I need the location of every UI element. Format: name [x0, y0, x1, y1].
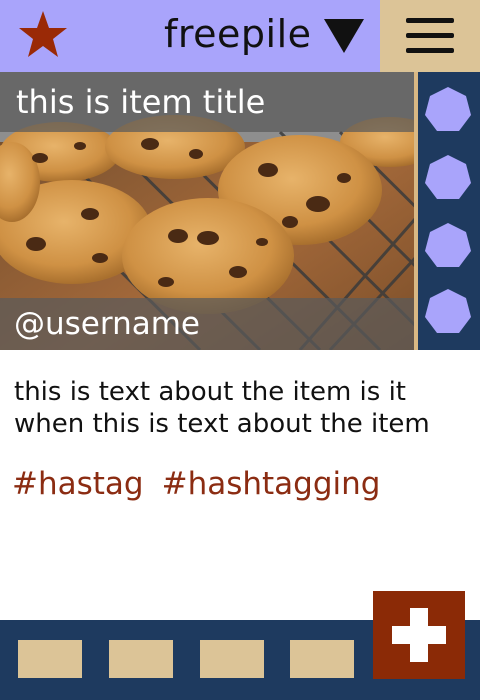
heptagon-icon: [425, 155, 471, 199]
item-title: this is item title: [16, 83, 266, 121]
add-item-button[interactable]: [373, 591, 465, 679]
app-title: freepile: [164, 12, 312, 56]
item-photo[interactable]: this is item title @username: [0, 72, 416, 350]
nav-tab-1[interactable]: [18, 640, 82, 678]
rail-button-3[interactable]: [424, 222, 472, 270]
plus-icon: [392, 608, 446, 662]
rail-button-1[interactable]: [424, 86, 472, 134]
nav-tab-4[interactable]: [290, 640, 354, 678]
app-header: freepile: [0, 0, 480, 72]
hashtag-link[interactable]: #hastag: [12, 466, 144, 502]
heptagon-icon: [425, 87, 471, 131]
rail-button-2[interactable]: [424, 154, 472, 202]
nav-tab-3[interactable]: [200, 640, 264, 678]
star-icon[interactable]: [17, 9, 69, 59]
item-description: this is text about the item is it when t…: [14, 377, 430, 439]
item-username[interactable]: @username: [14, 304, 200, 344]
side-action-rail: [418, 72, 480, 350]
hamburger-menu-icon[interactable]: [380, 0, 480, 72]
username-bar: @username: [0, 298, 416, 350]
header-bar: freepile: [0, 0, 380, 72]
hashtag-link[interactable]: #hashtagging: [162, 466, 381, 502]
caret-down-icon[interactable]: [322, 17, 366, 55]
heptagon-icon: [425, 289, 471, 333]
nav-tab-2[interactable]: [109, 640, 173, 678]
rail-button-4[interactable]: [424, 288, 472, 336]
hashtag-list: #hastag #hashtagging: [12, 464, 380, 504]
item-title-bar: this is item title: [0, 72, 416, 132]
heptagon-icon: [425, 223, 471, 267]
